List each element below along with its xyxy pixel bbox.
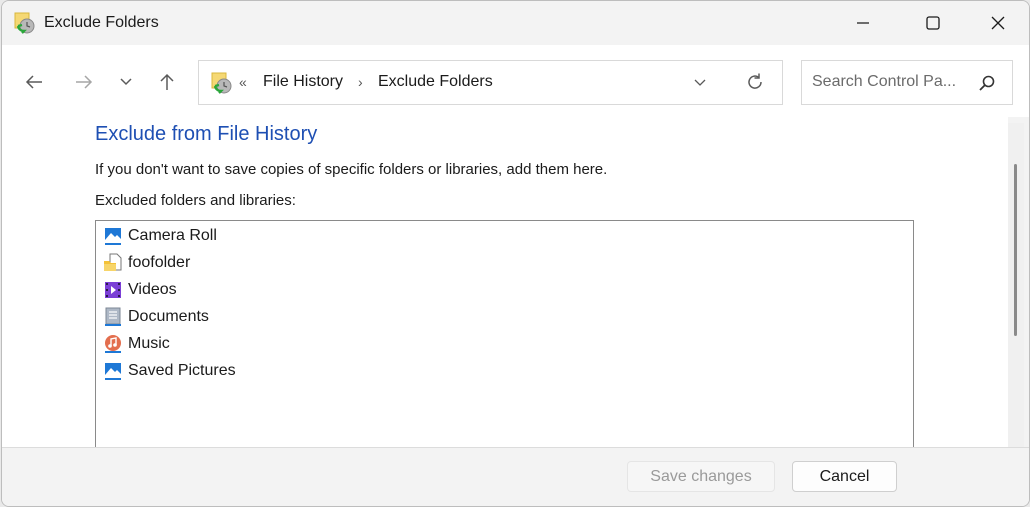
videos-library-icon: [105, 282, 121, 298]
list-item-label: Videos: [128, 281, 177, 298]
list-item[interactable]: Music: [103, 333, 170, 355]
file-history-icon: [211, 72, 232, 94]
list-item-label: foofolder: [128, 254, 191, 271]
list-item-label: Documents: [128, 308, 209, 325]
search-box[interactable]: [801, 60, 1013, 105]
excluded-list-label: Excluded folders and libraries:: [95, 192, 296, 209]
cancel-button[interactable]: Cancel: [792, 461, 897, 492]
scrollbar-thumb[interactable]: [1014, 164, 1017, 336]
list-item-label: Music: [128, 335, 170, 352]
list-item-label: Camera Roll: [128, 227, 217, 244]
breadcrumb-exclude-folders[interactable]: Exclude Folders: [378, 73, 493, 91]
dialog-footer: Save changes Cancel: [2, 447, 1029, 506]
file-history-icon: [14, 12, 35, 34]
maximize-button[interactable]: [910, 7, 956, 39]
chevron-down-icon: [120, 78, 132, 86]
forward-button[interactable]: [71, 69, 97, 95]
documents-library-icon: [105, 307, 121, 326]
up-arrow-icon: [160, 73, 174, 90]
list-item-label: Saved Pictures: [128, 362, 236, 379]
list-item[interactable]: Camera Roll: [103, 225, 217, 247]
recent-locations-button[interactable]: [113, 69, 139, 95]
window-title: Exclude Folders: [44, 14, 159, 31]
pictures-library-icon: [105, 363, 121, 380]
minimize-button[interactable]: [840, 7, 886, 39]
music-library-icon: [105, 335, 121, 353]
vertical-scrollbar[interactable]: [1008, 123, 1024, 447]
pictures-library-icon: [105, 228, 121, 245]
list-item[interactable]: foofolder: [103, 252, 190, 274]
forward-arrow-icon: [76, 75, 93, 89]
save-changes-button[interactable]: Save changes: [627, 461, 775, 492]
minimize-icon: [857, 22, 869, 24]
breadcrumb-file-history[interactable]: File History: [263, 73, 343, 91]
page-heading: Exclude from File History: [95, 123, 318, 145]
up-button[interactable]: [154, 69, 180, 95]
list-item[interactable]: Documents: [103, 306, 209, 328]
exclude-folders-window: Exclude Folders « File History › Exclude…: [1, 0, 1030, 507]
address-bar[interactable]: « File History › Exclude Folders: [198, 60, 783, 105]
close-icon: [991, 16, 1005, 30]
back-button[interactable]: [21, 69, 47, 95]
list-item[interactable]: Saved Pictures: [103, 360, 236, 382]
excluded-folders-list[interactable]: Camera Roll foofolder Videos Documents M…: [95, 220, 914, 460]
breadcrumb-overflow[interactable]: «: [239, 74, 247, 90]
search-input[interactable]: [812, 73, 972, 91]
title-bar: Exclude Folders: [2, 1, 1029, 45]
content-pane: Exclude from File History If you don't w…: [2, 117, 1008, 460]
page-description: If you don't want to save copies of spec…: [95, 161, 608, 178]
close-button[interactable]: [975, 7, 1021, 39]
navigation-bar: « File History › Exclude Folders: [2, 45, 1029, 117]
back-arrow-icon: [25, 75, 42, 89]
search-icon[interactable]: [978, 74, 996, 92]
list-item[interactable]: Videos: [103, 279, 177, 301]
refresh-icon[interactable]: [745, 72, 765, 92]
folder-icon: [104, 253, 122, 271]
address-dropdown-icon[interactable]: [693, 75, 707, 89]
maximize-icon: [926, 16, 940, 30]
breadcrumb-separator[interactable]: ›: [358, 74, 363, 90]
